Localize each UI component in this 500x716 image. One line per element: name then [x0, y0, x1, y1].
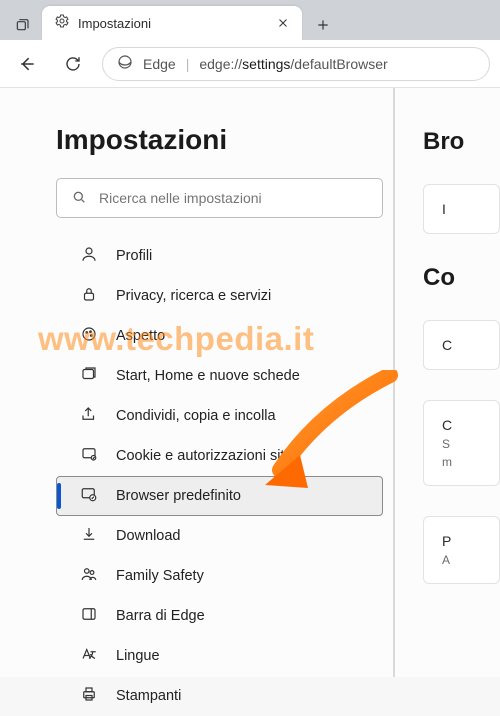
page-title: Impostazioni [56, 124, 383, 156]
sidebar-item-privacy[interactable]: Privacy, ricerca e servizi [56, 276, 383, 316]
addr-brand: Edge [143, 56, 176, 72]
addr-separator: | [186, 56, 190, 72]
sidebar-item-family[interactable]: Family Safety [56, 556, 383, 596]
sidebar-item-label: Lingue [116, 648, 160, 664]
card-1[interactable]: I [423, 184, 500, 234]
back-button[interactable] [10, 47, 44, 81]
section-heading: Co [423, 264, 500, 292]
sidebar-item-aspetto[interactable]: Aspetto [56, 316, 383, 356]
sidebar-item-barra[interactable]: Barra di Edge [56, 596, 383, 636]
close-tab-button[interactable] [274, 14, 292, 32]
gear-icon [54, 13, 70, 34]
content-area: Impostazioni Profili Privacy, ricerca e … [0, 88, 500, 677]
sidebar-item-start[interactable]: Start, Home e nuove schede [56, 356, 383, 396]
url-text: edge://settings/defaultBrowser [199, 56, 387, 72]
default-browser-icon [80, 485, 98, 507]
settings-search[interactable] [56, 178, 383, 218]
share-icon [80, 405, 98, 427]
window-tabs-button[interactable] [6, 10, 38, 40]
sidebar-item-label: Aspetto [116, 328, 165, 344]
sidebar-item-label: Browser predefinito [116, 488, 241, 504]
sidebar-item-label: Condividi, copia e incolla [116, 408, 276, 424]
search-input[interactable] [99, 190, 368, 206]
refresh-button[interactable] [56, 47, 90, 81]
palette-icon [80, 325, 98, 347]
sidebar-item-lingue[interactable]: Lingue [56, 636, 383, 676]
sidebar-item-label: Privacy, ricerca e servizi [116, 288, 271, 304]
sidebar-item-cookie[interactable]: Cookie e autorizzazioni sito [56, 436, 383, 476]
download-icon [80, 525, 98, 547]
sidebar-item-label: Family Safety [116, 568, 204, 584]
search-icon [71, 189, 87, 208]
language-icon [80, 645, 98, 667]
tab-strip: Impostazioni [0, 0, 500, 40]
card-4[interactable]: P A [423, 516, 500, 584]
address-bar[interactable]: Edge | edge://settings/defaultBrowser [102, 47, 490, 81]
settings-menu: Profili Privacy, ricerca e servizi Aspet… [56, 236, 383, 716]
sidebar-icon [80, 605, 98, 627]
tabs-icon [80, 365, 98, 387]
person-icon [80, 245, 98, 267]
settings-sidebar: Impostazioni Profili Privacy, ricerca e … [0, 88, 395, 677]
browser-tab[interactable]: Impostazioni [42, 6, 302, 40]
sidebar-item-label: Stampanti [116, 688, 181, 704]
lock-icon [80, 285, 98, 307]
cookie-icon [80, 445, 98, 467]
sidebar-item-label: Start, Home e nuove schede [116, 368, 300, 384]
sidebar-item-stampanti[interactable]: Stampanti [56, 676, 383, 716]
family-icon [80, 565, 98, 587]
sidebar-item-label: Barra di Edge [116, 608, 205, 624]
card-3[interactable]: C S m [423, 400, 500, 486]
toolbar: Edge | edge://settings/defaultBrowser [0, 40, 500, 88]
sidebar-item-label: Cookie e autorizzazioni sito [116, 448, 293, 464]
section-heading: Bro [423, 128, 500, 156]
main-panel-clipped: Bro I Co C C S m P A [395, 88, 500, 677]
tab-title: Impostazioni [78, 16, 266, 31]
sidebar-item-download[interactable]: Download [56, 516, 383, 556]
card-2[interactable]: C [423, 320, 500, 370]
sidebar-item-condividi[interactable]: Condividi, copia e incolla [56, 396, 383, 436]
sidebar-item-profili[interactable]: Profili [56, 236, 383, 276]
new-tab-button[interactable] [308, 10, 338, 40]
printer-icon [80, 685, 98, 707]
edge-logo-icon [117, 54, 133, 73]
sidebar-item-label: Profili [116, 248, 152, 264]
sidebar-item-browser-predefinito[interactable]: Browser predefinito [56, 476, 383, 516]
sidebar-item-label: Download [116, 528, 181, 544]
